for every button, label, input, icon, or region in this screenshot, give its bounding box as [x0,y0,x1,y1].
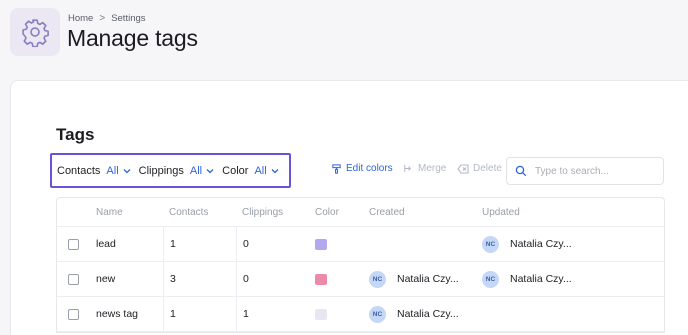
gear-icon [22,19,49,47]
avatar: NC [369,305,386,323]
merge-button[interactable]: Merge [403,163,446,174]
delete-label: Delete [473,163,502,174]
column-header-updated[interactable]: Updated [482,198,520,226]
filter-bar: Contacts All Clippings All Color All [50,153,291,188]
tag-contacts-count: 3 [163,262,176,296]
table-header: Name Contacts Clippings Color Created Up… [57,198,664,227]
tag-clippings-count: 0 [236,227,249,261]
tag-clippings-count: 0 [236,262,249,296]
filter-contacts-value: All [106,164,119,177]
row-checkbox[interactable] [68,273,79,285]
tag-color-swatch[interactable] [315,308,327,320]
tag-name: lead [96,238,116,250]
table-row[interactable]: news tag 1 1 NC Natalia Czy... [57,297,664,332]
created-by-name: Natalia Czy... [397,308,459,320]
filter-label-clippings: Clippings [138,164,184,177]
table-row[interactable]: new 3 0 NC Natalia Czy... NC Natalia Czy… [57,262,664,297]
settings-page-icon [10,8,60,56]
search-icon [515,165,527,177]
column-header-color[interactable]: Color [315,198,339,226]
chevron-down-icon [123,168,131,173]
search-box [506,157,664,185]
filter-color-dropdown[interactable]: All [254,164,279,177]
filter-label-contacts: Contacts [57,164,101,177]
breadcrumb-home[interactable]: Home [68,13,93,24]
tag-contacts-count: 1 [163,297,176,331]
filter-contacts-dropdown[interactable]: All [106,164,131,177]
paint-bucket-icon [332,164,341,174]
column-header-contacts[interactable]: Contacts [169,198,208,226]
card-title: Tags [56,125,95,144]
filter-clippings-value: All [189,164,203,177]
avatar: NC [369,270,386,288]
tag-clippings-count: 1 [236,297,249,331]
filter-clippings-dropdown[interactable]: All [190,165,214,177]
edit-colors-label: Edit colors [346,163,393,174]
row-checkbox[interactable] [68,238,79,250]
tag-name: new [96,273,116,285]
created-by-name: Natalia Czy... [397,273,459,285]
chevron-down-icon [271,168,279,173]
column-header-name[interactable]: Name [96,198,123,226]
merge-icon [404,164,412,173]
tag-color-swatch[interactable] [315,273,327,285]
updated-by-name: Natalia Czy... [510,273,572,285]
page-title: Manage tags [67,25,198,51]
table-row[interactable]: lead 1 0 NC Natalia Czy... [57,227,664,262]
avatar: NC [482,270,499,288]
column-header-clippings[interactable]: Clippings [242,198,283,226]
tag-color-swatch[interactable] [315,238,327,250]
delete-button[interactable]: Delete [457,163,502,174]
row-checkbox[interactable] [68,308,79,320]
chevron-down-icon [206,168,214,173]
breadcrumb: Home > Settings [68,13,146,24]
edit-colors-button[interactable]: Edit colors [331,163,393,174]
updated-by-name: Natalia Czy... [510,238,572,250]
tag-name: news tag [96,308,139,320]
breadcrumb-current[interactable]: Settings [111,13,145,24]
tag-contacts-count: 1 [163,227,176,261]
filter-label-color: Color [222,164,249,177]
delete-tag-icon [457,163,469,174]
avatar: NC [482,235,499,253]
breadcrumb-separator: > [99,13,106,24]
filter-color-value: All [254,164,267,177]
tags-table: Name Contacts Clippings Color Created Up… [56,197,665,333]
tags-card: Tags Contacts All Clippings All Color Al… [10,80,688,335]
search-input[interactable] [535,165,655,177]
merge-label: Merge [418,163,447,174]
column-header-created[interactable]: Created [369,198,405,226]
